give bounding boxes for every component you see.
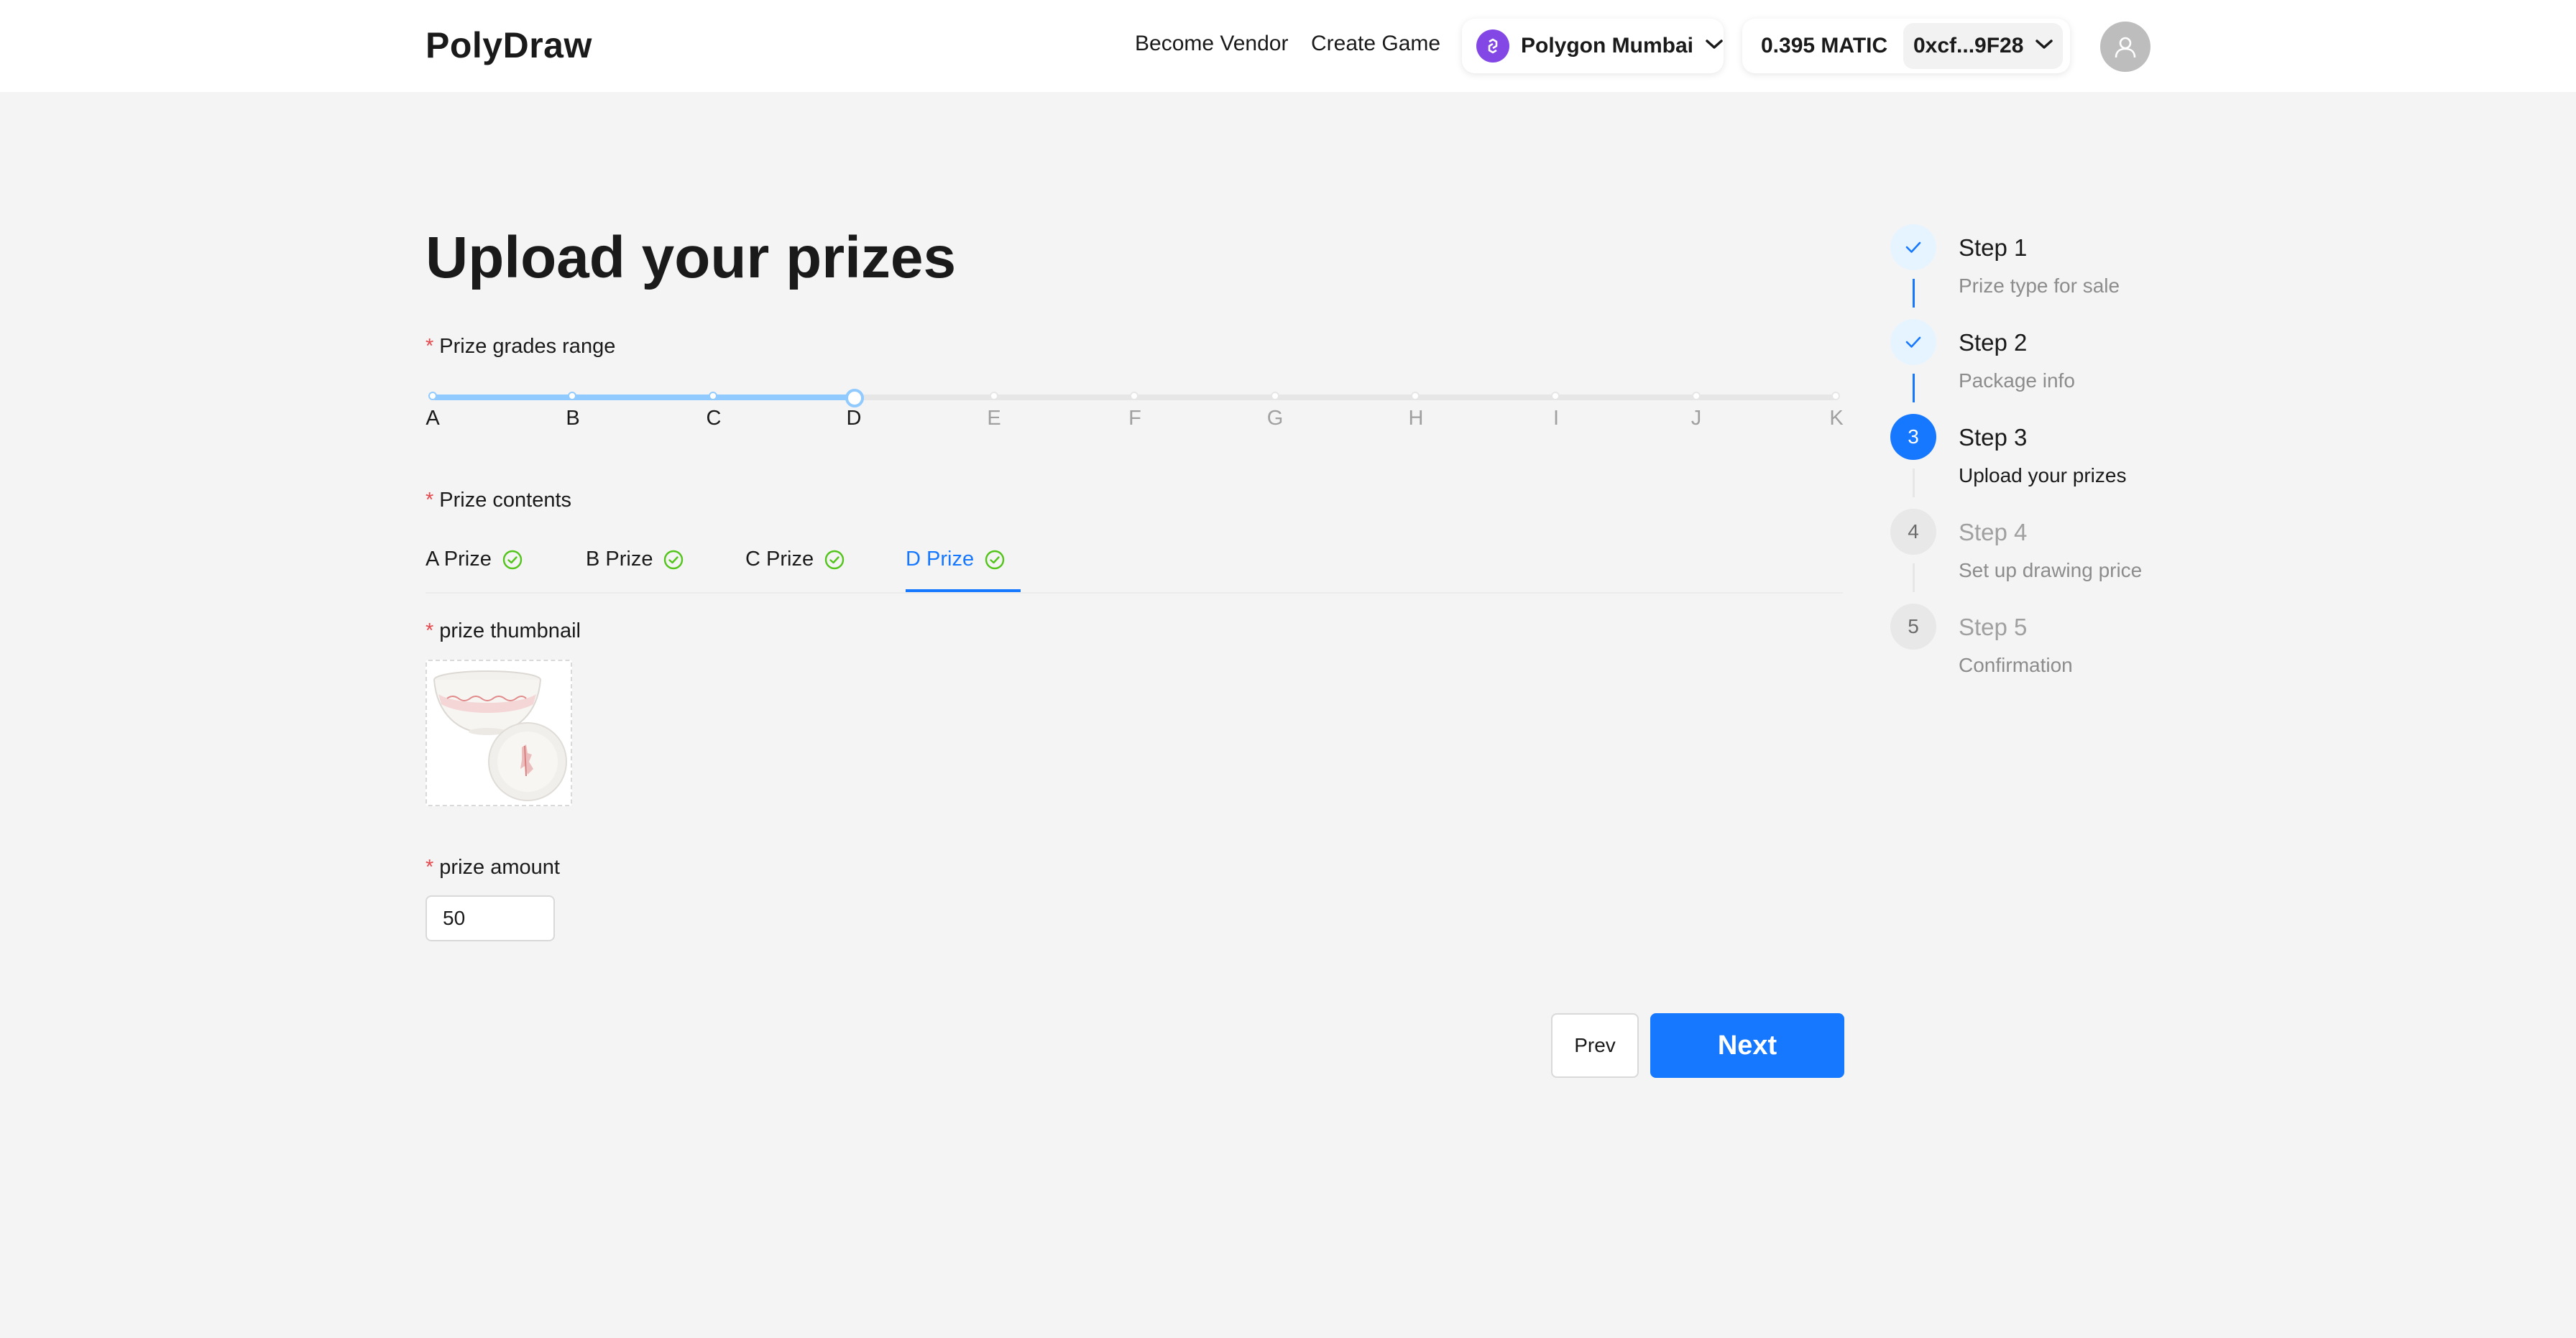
prize-thumbnail-image[interactable] xyxy=(426,660,572,806)
slider-dot[interactable] xyxy=(709,392,717,400)
check-circle-icon xyxy=(824,549,845,571)
step-connector xyxy=(1913,374,1915,402)
slider-dot[interactable] xyxy=(990,392,998,400)
slider-mark[interactable]: B xyxy=(558,407,587,430)
tab-label: A Prize xyxy=(426,548,492,571)
step-3-indicator: 3 xyxy=(1890,414,1936,460)
slider-mark[interactable]: A xyxy=(418,407,447,430)
polygon-icon xyxy=(1476,29,1509,63)
step-2-title: Step 2 xyxy=(1959,329,2028,356)
wallet-balance: 0.395 MATIC xyxy=(1761,34,1888,57)
step-3-title: Step 3 xyxy=(1959,424,2028,451)
step-connector xyxy=(1913,563,1915,592)
step-5-title: Step 5 xyxy=(1959,614,2028,640)
slider-dot[interactable] xyxy=(1551,392,1560,400)
app-logo[interactable]: PolyDraw xyxy=(426,24,592,66)
tab-label: C Prize xyxy=(745,548,814,571)
prize-contents-label-text: Prize contents xyxy=(439,489,572,512)
required-marker: * xyxy=(426,856,434,879)
slider-mark[interactable]: I xyxy=(1542,407,1570,430)
slider-dot[interactable] xyxy=(1411,392,1420,400)
step-2-desc: Package info xyxy=(1959,369,2075,392)
user-avatar[interactable] xyxy=(2100,22,2150,72)
step-4-desc: Set up drawing price xyxy=(1959,559,2143,581)
check-icon xyxy=(1905,241,1921,253)
slider-handle[interactable] xyxy=(845,389,864,407)
step-2-indicator xyxy=(1890,319,1936,365)
step-connector xyxy=(1913,469,1915,497)
slider-mark[interactable]: E xyxy=(980,407,1008,430)
required-marker: * xyxy=(426,619,434,642)
required-marker: * xyxy=(426,489,434,512)
next-button[interactable]: Next xyxy=(1650,1013,1844,1078)
step-1-indicator xyxy=(1890,224,1936,270)
prev-button[interactable]: Prev xyxy=(1551,1013,1639,1078)
tab-a-prize[interactable]: A Prize xyxy=(426,548,523,571)
check-circle-icon xyxy=(663,549,684,571)
network-label: Polygon Mumbai xyxy=(1521,34,1693,57)
tab-label: D Prize xyxy=(906,548,975,571)
amount-label-text: prize amount xyxy=(439,856,560,879)
page-title: Upload your prizes xyxy=(426,225,957,290)
slider-dot[interactable] xyxy=(568,392,576,400)
slider-mark[interactable]: F xyxy=(1121,407,1149,430)
prize-amount-input[interactable] xyxy=(426,895,555,941)
user-icon xyxy=(2115,37,2136,58)
prize-contents-label: * Prize contents xyxy=(426,489,571,512)
wallet-address: 0xcf...9F28 xyxy=(1913,34,2024,57)
check-circle-icon xyxy=(502,549,523,571)
slider-mark[interactable]: H xyxy=(1402,407,1430,430)
step-5-desc: Confirmation xyxy=(1959,654,2073,676)
step-1-desc: Prize type for sale xyxy=(1959,274,2120,297)
grades-range-label: * Prize grades range xyxy=(426,335,615,359)
step-4-title: Step 4 xyxy=(1959,519,2028,545)
network-selector[interactable]: Polygon Mumbai xyxy=(1462,19,1724,73)
slider-dot[interactable] xyxy=(1831,392,1840,400)
amount-label: * prize amount xyxy=(426,856,560,880)
slider-mark[interactable]: K xyxy=(1822,407,1851,430)
create-game-link[interactable]: Create Game xyxy=(1311,32,1440,56)
step-4-indicator: 4 xyxy=(1890,509,1936,555)
slider-dot[interactable] xyxy=(428,392,437,400)
active-tab-indicator xyxy=(906,589,1021,592)
step-5-indicator: 5 xyxy=(1890,604,1936,650)
tab-label: B Prize xyxy=(586,548,653,571)
check-icon xyxy=(1905,336,1921,348)
slider-dot[interactable] xyxy=(1271,392,1279,400)
become-vendor-link[interactable]: Become Vendor xyxy=(1135,32,1288,56)
required-marker: * xyxy=(426,335,434,358)
slider-dot[interactable] xyxy=(1130,392,1138,400)
slider-track xyxy=(433,395,854,400)
grades-range-label-text: Prize grades range xyxy=(439,335,616,358)
check-circle-icon xyxy=(984,549,1006,571)
slider-mark[interactable]: C xyxy=(699,407,728,430)
tab-b-prize[interactable]: B Prize xyxy=(586,548,684,571)
chevron-down-icon xyxy=(1705,39,1724,54)
chevron-down-icon xyxy=(2035,39,2053,54)
step-3-desc: Upload your prizes xyxy=(1959,464,2127,486)
wallet-widget: 0.395 MATIC 0xcf...9F28 xyxy=(1742,19,2070,73)
slider-mark[interactable]: G xyxy=(1261,407,1289,430)
tabs-divider xyxy=(426,592,1843,594)
thumbnail-label: * prize thumbnail xyxy=(426,619,581,643)
slider-mark[interactable]: J xyxy=(1682,407,1711,430)
tab-c-prize[interactable]: C Prize xyxy=(745,548,845,571)
top-header: PolyDraw Become Vendor Create Game Polyg… xyxy=(0,0,2576,92)
step-1-title: Step 1 xyxy=(1959,234,2028,261)
slider-mark[interactable]: D xyxy=(840,407,868,430)
slider-dot[interactable] xyxy=(1692,392,1701,400)
tab-d-prize[interactable]: D Prize xyxy=(906,548,1006,571)
account-selector[interactable]: 0xcf...9F28 xyxy=(1903,23,2063,69)
thumbnail-label-text: prize thumbnail xyxy=(439,619,581,642)
step-connector xyxy=(1913,279,1915,308)
